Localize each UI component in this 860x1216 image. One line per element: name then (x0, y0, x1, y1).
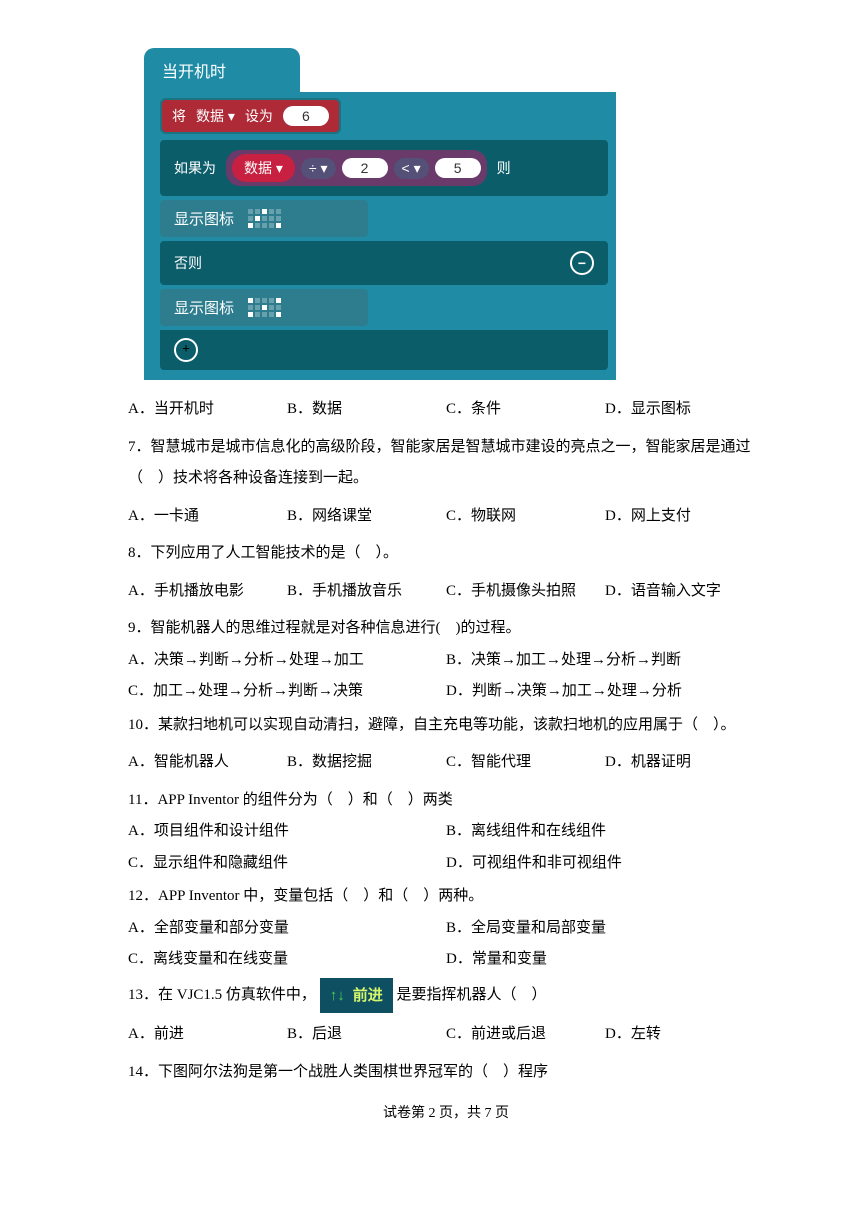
condition-expr: 数据 ▾ ÷ ▾ 2 < ▾ 5 (226, 150, 487, 186)
op-lt: < ▾ (394, 158, 429, 179)
option: B．决策→加工→处理→分析→判断 (446, 645, 764, 677)
option: C．加工→处理→分析→判断→决策 (128, 676, 446, 708)
option: A．前进 (128, 1019, 287, 1051)
option: A．手机播放电影 (128, 576, 287, 608)
q13-options: A．前进 B．后退 C．前进或后退 D．左转 (128, 1019, 764, 1051)
option: A．决策→判断→分析→处理→加工 (128, 645, 446, 677)
option: A．全部变量和部分变量 (128, 913, 446, 945)
up-down-arrow-icon: ↑↓ (330, 980, 345, 1012)
q13-pre: 13．在 VJC1.5 仿真软件中， (128, 987, 316, 1003)
option: B．全局变量和局部变量 (446, 913, 764, 945)
option: A．一卡通 (128, 501, 287, 533)
option: C．条件 (446, 394, 605, 426)
value-pill-2: 2 (342, 158, 388, 178)
set-label-a: 将 (172, 106, 186, 126)
q12-options: A．全部变量和部分变量 B．全局变量和局部变量 C．离线变量和在线变量 D．常量… (128, 913, 764, 976)
led-icon-2 (248, 298, 281, 317)
q12-stem: 12．APP Inventor 中，变量包括（ ）和（ ）两种。 (128, 881, 764, 913)
else-block: 否则 − (160, 241, 608, 285)
option: A．智能机器人 (128, 747, 287, 779)
led-icon (248, 209, 281, 228)
option: D．语音输入文字 (605, 576, 764, 608)
q10-options: A．智能机器人 B．数据挖掘 C．智能代理 D．机器证明 (128, 747, 764, 779)
forward-label: 前进 (353, 980, 383, 1012)
q14-stem: 14．下图阿尔法狗是第一个战胜人类围棋世界冠军的（ ）程序 (128, 1057, 764, 1089)
set-label-b: 设为 (245, 106, 273, 126)
show-label: 显示图标 (174, 208, 234, 229)
hat-block: 当开机时 (144, 48, 300, 92)
q11-stem: 11．APP Inventor 的组件分为（ ）和（ ）两类 (128, 785, 764, 817)
plus-icon: + (174, 338, 198, 362)
option: D．网上支付 (605, 501, 764, 533)
option: D．左转 (605, 1019, 764, 1051)
option: B．后退 (287, 1019, 446, 1051)
option: D．判断→决策→加工→处理→分析 (446, 676, 764, 708)
option: D．常量和变量 (446, 944, 764, 976)
option: D．可视组件和非可视组件 (446, 848, 764, 880)
option: C．显示组件和隐藏组件 (128, 848, 446, 880)
show-icon-block-2: 显示图标 (160, 289, 368, 326)
option: B．数据 (287, 394, 446, 426)
q13-post: 是要指挥机器人（ ） (396, 987, 546, 1003)
q13-stem: 13．在 VJC1.5 仿真软件中， ↑↓ 前进 是要指挥机器人（ ） (128, 978, 764, 1014)
option: C．手机摄像头拍照 (446, 576, 605, 608)
else-label: 否则 (174, 253, 202, 273)
q11-options: A．项目组件和设计组件 B．离线组件和在线组件 C．显示组件和隐藏组件 D．可视… (128, 816, 764, 879)
value-pill-5: 5 (435, 158, 481, 178)
cond-variable: 数据 ▾ (232, 154, 295, 182)
option: C．前进或后退 (446, 1019, 605, 1051)
if-label: 如果为 (174, 158, 216, 178)
option: B．手机播放音乐 (287, 576, 446, 608)
if-block: 如果为 数据 ▾ ÷ ▾ 2 < ▾ 5 则 (160, 140, 608, 196)
set-variable-block: 将 数据 ▾ 设为 6 (160, 98, 341, 134)
option: B．数据挖掘 (287, 747, 446, 779)
op-divide: ÷ ▾ (301, 158, 336, 179)
then-label: 则 (497, 158, 511, 178)
option: C．智能代理 (446, 747, 605, 779)
q9-options: A．决策→判断→分析→处理→加工 B．决策→加工→处理→分析→判断 C．加工→处… (128, 645, 764, 708)
option: B．网络课堂 (287, 501, 446, 533)
option: C．物联网 (446, 501, 605, 533)
option: A．当开机时 (128, 394, 287, 426)
show-label-2: 显示图标 (174, 297, 234, 318)
option: C．离线变量和在线变量 (128, 944, 446, 976)
minus-icon: − (570, 251, 594, 275)
option: D．机器证明 (605, 747, 764, 779)
end-if-block: + (160, 330, 608, 370)
option: B．离线组件和在线组件 (446, 816, 764, 848)
option: D．显示图标 (605, 394, 764, 426)
q8-stem: 8．下列应用了人工智能技术的是（ ）。 (128, 538, 764, 570)
q7-options: A．一卡通 B．网络课堂 C．物联网 D．网上支付 (128, 501, 764, 533)
q6-options: A．当开机时 B．数据 C．条件 D．显示图标 (128, 394, 764, 426)
q7-stem: 7．智慧城市是城市信息化的高级阶段，智能家居是智慧城市建设的亮点之一，智能家居是… (128, 432, 764, 495)
variable-dropdown: 数据 ▾ (196, 106, 235, 126)
forward-icon-button: ↑↓ 前进 (320, 978, 393, 1014)
q9-stem: 9．智能机器人的思维过程就是对各种信息进行( )的过程。 (128, 613, 764, 645)
q8-options: A．手机播放电影 B．手机播放音乐 C．手机摄像头拍照 D．语音输入文字 (128, 576, 764, 608)
page-footer: 试卷第 2 页，共 7 页 (128, 1102, 764, 1122)
show-icon-block-1: 显示图标 (160, 200, 368, 237)
value-pill-6: 6 (283, 106, 329, 126)
code-block-diagram: 当开机时 将 数据 ▾ 设为 6 如果为 数据 ▾ ÷ ▾ 2 < ▾ 5 则 (144, 48, 764, 380)
q10-stem: 10．某款扫地机可以实现自动清扫，避障，自主充电等功能，该款扫地机的应用属于（ … (128, 710, 764, 742)
option: A．项目组件和设计组件 (128, 816, 446, 848)
